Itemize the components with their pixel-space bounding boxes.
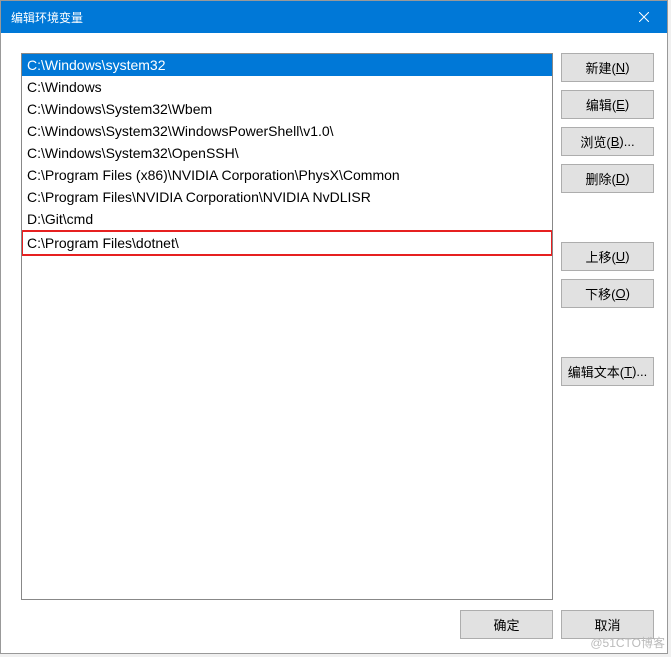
close-button[interactable] [621,1,667,33]
delete-button[interactable]: 删除(D) [561,164,654,193]
path-listbox[interactable]: C:\Windows\system32C:\WindowsC:\Windows\… [21,53,553,600]
ok-button[interactable]: 确定 [460,610,553,639]
close-icon [639,12,649,22]
list-item[interactable]: C:\Windows\System32\OpenSSH\ [22,142,552,164]
dialog-window: 编辑环境变量 C:\Windows\system32C:\WindowsC:\W… [0,0,668,654]
list-item-highlighted[interactable]: C:\Program Files\dotnet\ [21,230,553,256]
list-item[interactable]: C:\Windows\system32 [22,54,552,76]
move-up-button[interactable]: 上移(U) [561,242,654,271]
titlebar: 编辑环境变量 [1,1,667,33]
content-area: C:\Windows\system32C:\WindowsC:\Windows\… [1,33,667,608]
window-title: 编辑环境变量 [11,9,83,26]
edit-button[interactable]: 编辑(E) [561,90,654,119]
edit-text-button[interactable]: 编辑文本(T)... [561,357,654,386]
footer: 确定 取消 [1,608,667,653]
list-item[interactable]: C:\Windows\System32\WindowsPowerShell\v1… [22,120,552,142]
browse-button[interactable]: 浏览(B)... [561,127,654,156]
list-item[interactable]: C:\Windows\System32\Wbem [22,98,552,120]
list-item[interactable]: C:\Program Files (x86)\NVIDIA Corporatio… [22,164,552,186]
new-button[interactable]: 新建(N) [561,53,654,82]
list-item[interactable]: C:\Windows [22,76,552,98]
list-item[interactable]: C:\Program Files\NVIDIA Corporation\NVID… [22,186,552,208]
button-column: 新建(N) 编辑(E) 浏览(B)... 删除(D) 上移(U) 下移(O) 编… [561,53,654,600]
list-item[interactable]: D:\Git\cmd [22,208,552,230]
cancel-button[interactable]: 取消 [561,610,654,639]
move-down-button[interactable]: 下移(O) [561,279,654,308]
